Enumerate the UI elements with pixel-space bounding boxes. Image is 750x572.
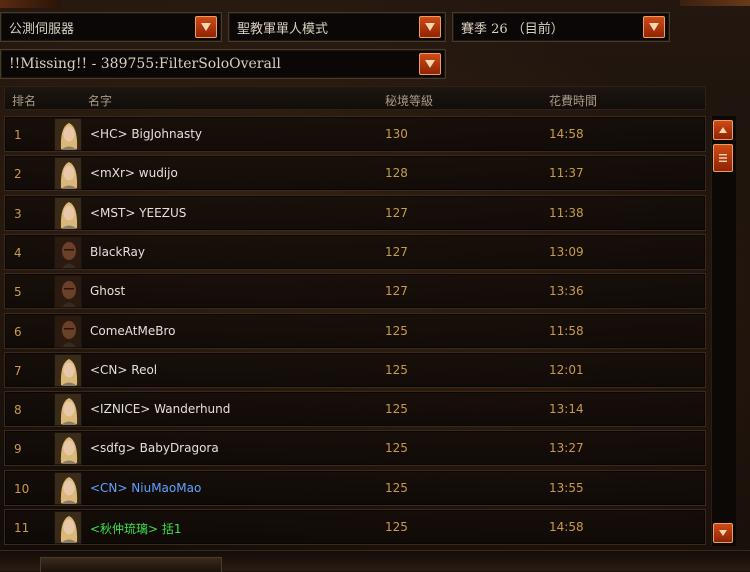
table-row[interactable]: 9 <sdfg> BabyDragora 125 13:27 — [4, 430, 706, 467]
table-row[interactable]: 4 BlackRay 127 13:09 — [4, 233, 706, 270]
rift-level-cell: 125 — [385, 441, 408, 456]
player-name[interactable]: <秋仲琉璃> 括1 — [90, 520, 182, 537]
time-spent-cell: 13:14 — [549, 402, 584, 417]
player-name[interactable]: <MST> YEEZUS — [90, 206, 186, 220]
female-portrait-avatar — [54, 118, 82, 151]
rank-cell: 10 — [14, 481, 30, 496]
column-header-time[interactable]: 花費時間 — [549, 92, 597, 109]
filter-dropdown[interactable]: !!Missing!! - 389755:FilterSoloOverall — [0, 49, 446, 79]
table-row[interactable]: 7 <CN> Reol 125 12:01 — [4, 351, 706, 388]
rift-level-cell: 127 — [385, 244, 408, 259]
season-dropdown-label: 賽季 26 （目前） — [461, 21, 564, 37]
grip-icon — [719, 154, 727, 162]
rank-cell: 5 — [14, 285, 22, 300]
column-header-name[interactable]: 名字 — [88, 92, 112, 109]
rank-cell: 3 — [14, 206, 22, 221]
female-portrait-avatar — [54, 157, 82, 191]
player-name[interactable]: <mXr> wudijo — [90, 166, 178, 180]
female-portrait-avatar — [54, 511, 82, 544]
table-row[interactable]: 1 <HC> BigJohnasty 130 14:58 — [4, 116, 706, 152]
female-portrait-avatar — [54, 196, 82, 230]
time-spent-cell: 14:58 — [549, 520, 584, 534]
time-spent-cell: 12:01 — [549, 362, 584, 377]
male-portrait-avatar — [54, 235, 82, 269]
rift-level-cell: 127 — [385, 205, 408, 220]
table-row[interactable]: 8 <IZNICE> Wanderhund 125 13:14 — [4, 391, 706, 428]
chevron-down-icon[interactable] — [419, 16, 441, 38]
player-name[interactable]: Ghost — [90, 284, 125, 298]
time-spent-cell: 13:55 — [549, 480, 584, 495]
player-name[interactable]: <HC> BigJohnasty — [90, 127, 202, 141]
rift-level-cell: 125 — [385, 402, 408, 417]
top-right-ornament — [680, 0, 750, 6]
female-portrait-avatar — [54, 393, 82, 427]
female-portrait-avatar — [54, 353, 82, 387]
chevron-down-icon[interactable] — [419, 53, 441, 75]
rank-cell: 9 — [14, 442, 22, 457]
scrollbar-track[interactable] — [711, 116, 736, 546]
female-portrait-avatar — [54, 432, 82, 466]
rift-level-cell: 125 — [385, 323, 408, 338]
player-name[interactable]: ComeAtMeBro — [90, 324, 175, 338]
server-dropdown-label: 公測伺服器 — [9, 21, 75, 37]
time-spent-cell: 11:38 — [549, 205, 584, 220]
player-name[interactable]: <sdfg> BabyDragora — [90, 441, 219, 455]
time-spent-cell: 11:58 — [549, 323, 584, 338]
rank-cell: 2 — [14, 167, 22, 182]
chevron-down-icon[interactable] — [643, 16, 665, 38]
table-row[interactable]: 2 <mXr> wudijo 128 11:37 — [4, 155, 706, 192]
male-portrait-avatar — [54, 314, 82, 348]
table-row[interactable]: 6 ComeAtMeBro 125 11:58 — [4, 312, 706, 349]
time-spent-cell: 11:37 — [549, 166, 584, 181]
rank-cell: 8 — [14, 403, 22, 418]
season-dropdown[interactable]: 賽季 26 （目前） — [452, 12, 670, 42]
rift-level-cell: 128 — [385, 166, 408, 181]
rank-cell: 1 — [14, 128, 22, 142]
scrollbar-thumb[interactable] — [713, 144, 733, 172]
column-header-level[interactable]: 秘境等級 — [385, 92, 433, 109]
player-name[interactable]: BlackRay — [90, 245, 145, 259]
mode-dropdown-label: 聖教軍單人模式 — [237, 21, 329, 37]
table-row[interactable]: 5 Ghost 127 13:36 — [4, 273, 706, 310]
rift-level-cell: 127 — [385, 284, 408, 299]
rank-cell: 7 — [14, 363, 22, 378]
triangle-up-icon — [719, 127, 727, 133]
male-portrait-avatar — [54, 275, 82, 309]
table-row[interactable]: 10 <CN> NiuMaoMao 125 13:55 — [4, 469, 706, 506]
column-header-rank[interactable]: 排名 — [12, 92, 36, 109]
female-portrait-avatar — [54, 471, 82, 505]
rank-cell: 6 — [14, 324, 22, 339]
player-name[interactable]: <CN> Reol — [90, 363, 157, 377]
scroll-down-button[interactable] — [713, 523, 733, 543]
top-left-ornament — [0, 0, 60, 8]
player-name[interactable]: <IZNICE> Wanderhund — [90, 402, 230, 416]
rank-cell: 4 — [14, 245, 22, 260]
chevron-down-icon[interactable] — [195, 16, 217, 38]
time-spent-cell: 13:36 — [549, 284, 584, 299]
time-spent-cell: 13:09 — [549, 244, 584, 259]
triangle-down-icon — [719, 530, 727, 536]
rift-level-cell: 125 — [385, 362, 408, 377]
rift-level-cell: 130 — [385, 127, 408, 141]
server-dropdown[interactable]: 公測伺服器 — [0, 12, 222, 42]
rank-cell: 11 — [14, 521, 30, 535]
mode-dropdown[interactable]: 聖教軍單人模式 — [228, 12, 446, 42]
bottom-frame — [0, 550, 750, 572]
player-name[interactable]: <CN> NiuMaoMao — [90, 481, 201, 495]
table-row[interactable]: 11 <秋仲琉璃> 括1 125 14:58 — [4, 509, 706, 545]
time-spent-cell: 14:58 — [549, 127, 584, 141]
scroll-up-button[interactable] — [713, 120, 733, 140]
filter-dropdown-label: !!Missing!! - 389755:FilterSoloOverall — [9, 56, 281, 72]
rift-level-cell: 125 — [385, 520, 408, 534]
time-spent-cell: 13:27 — [549, 441, 584, 456]
rift-level-cell: 125 — [385, 480, 408, 495]
leaderboard-header: 排名 名字 秘境等級 花費時間 — [4, 86, 706, 110]
table-row[interactable]: 3 <MST> YEEZUS 127 11:38 — [4, 194, 706, 231]
